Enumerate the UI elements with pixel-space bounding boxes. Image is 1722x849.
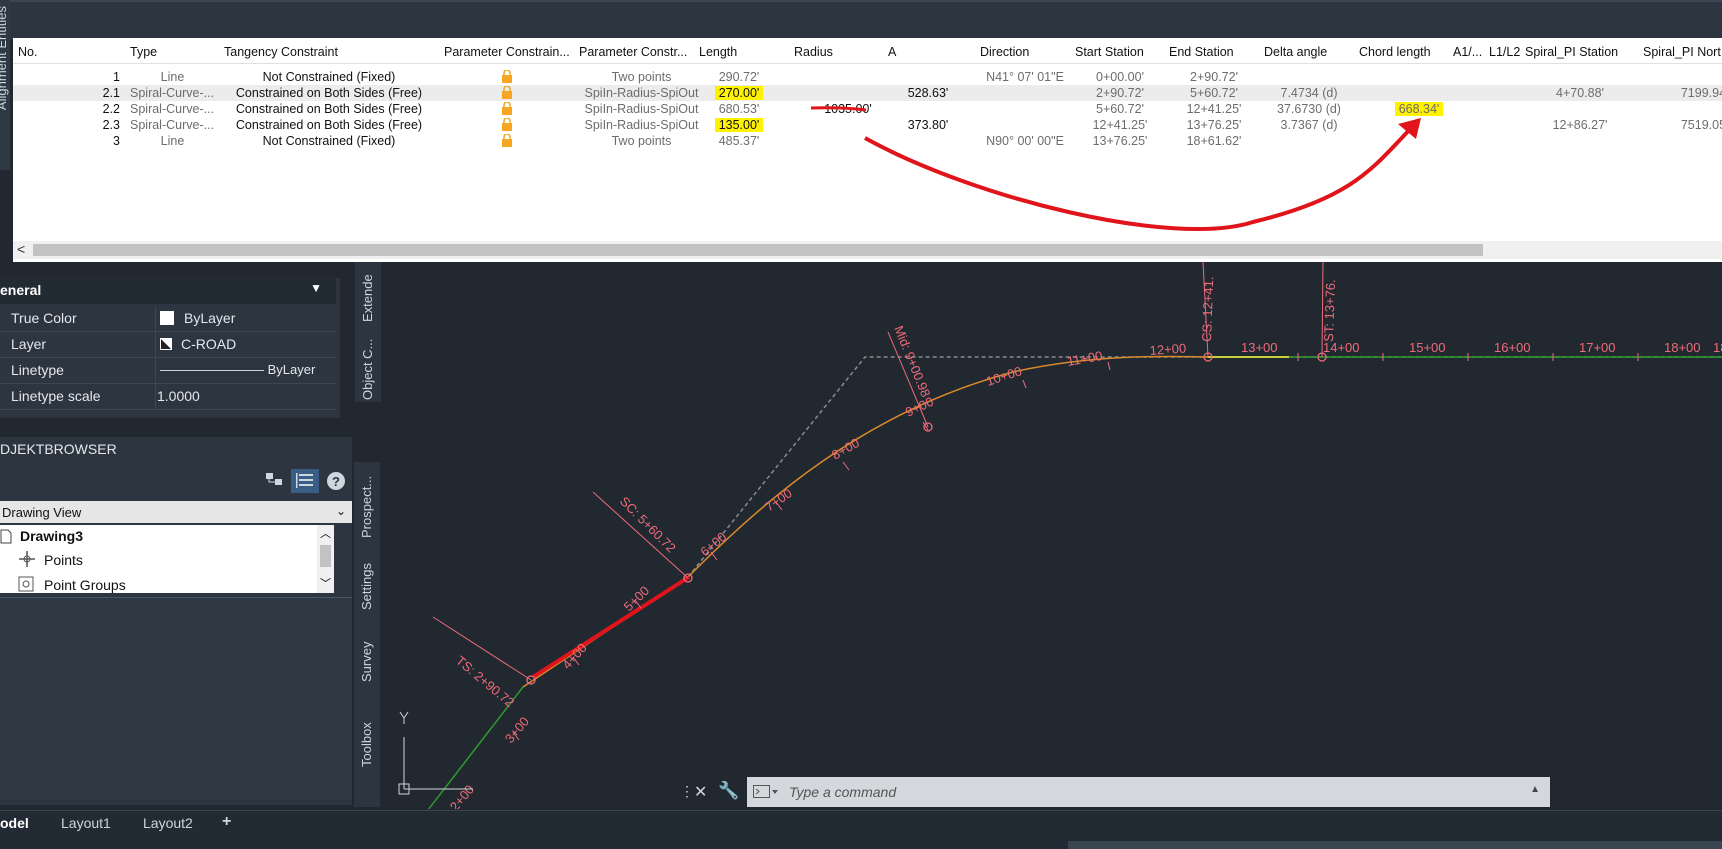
tab-layout1[interactable]: Layout1 xyxy=(61,815,111,831)
station-label: 13+00 xyxy=(1241,340,1278,355)
geometry-label-st: ST: 13+76. xyxy=(1321,279,1338,342)
property-value: C-ROAD xyxy=(181,336,237,352)
tab-object-class[interactable]: Object C... xyxy=(360,339,375,400)
point-groups-icon xyxy=(18,576,34,592)
station-label: 17+00 xyxy=(1579,340,1616,355)
help-icon[interactable]: ? xyxy=(326,471,346,491)
tangent-line xyxy=(687,356,1722,578)
tree-scrollbar[interactable]: ︿ ﹀ xyxy=(317,525,334,593)
alignment-grid: No. Type Tangency Constraint Parameter C… xyxy=(13,38,1722,262)
vertical-tabs-top: Extende Object C... xyxy=(355,262,381,402)
station-label: 15+00 xyxy=(1409,340,1446,355)
vertical-tabs-side: Prospect... Settings Survey Toolbox xyxy=(354,462,380,807)
add-layout-button[interactable]: + xyxy=(222,813,231,831)
command-placeholder: Type a command xyxy=(789,784,897,800)
title-bar xyxy=(0,0,1722,40)
svg-text:?: ? xyxy=(332,474,340,489)
station-label: 2+00 xyxy=(447,782,477,809)
station-label: 12+00 xyxy=(1149,340,1186,358)
tab-prospector[interactable]: Prospect... xyxy=(359,476,374,538)
object-browser-detail-area xyxy=(0,597,352,800)
property-value: ByLayer xyxy=(184,310,236,326)
layout-tab-bar: odel Layout1 Layout2 + xyxy=(0,810,1722,849)
properties-panel: eneral ▼ True Color ByLayer Layer C-ROAD… xyxy=(0,278,340,418)
tree-item-drawing3[interactable]: Drawing3 xyxy=(20,528,83,544)
tab-settings[interactable]: Settings xyxy=(359,563,374,610)
ucs-icon xyxy=(398,711,473,795)
properties-header[interactable]: eneral ▼ xyxy=(0,278,336,304)
command-prompt-icon[interactable] xyxy=(753,785,779,799)
station-label: 7+00 xyxy=(762,485,795,514)
property-label: Layer xyxy=(11,336,47,352)
station-label: 18 xyxy=(1713,340,1722,355)
property-row-linetype[interactable]: Linetype ———————— ByLayer xyxy=(0,358,336,384)
wrench-icon[interactable]: 🔧 xyxy=(718,781,739,801)
scroll-down-icon[interactable]: ﹀ xyxy=(320,575,331,591)
geometry-label-mid: Mid: 9+00.98 xyxy=(891,324,933,400)
station-label: 3+00 xyxy=(502,714,532,746)
dropdown-value: Drawing View xyxy=(2,505,82,520)
station-label: 10+00 xyxy=(984,363,1023,389)
red-highlight-stroke xyxy=(531,575,691,679)
object-browser-panel: DJEKTBROWSER ? Drawing View ⌄ Drawing3 P… xyxy=(0,437,352,805)
property-label: Linetype xyxy=(11,362,64,378)
tab-model[interactable]: odel xyxy=(0,815,29,831)
station-label: 18+00 xyxy=(1664,340,1701,355)
tree-view-icon[interactable] xyxy=(264,471,284,489)
object-tree: Drawing3 Points Point Groups ︿ ﹀ xyxy=(0,525,334,593)
horizontal-scrollbar[interactable]: < xyxy=(13,241,1722,259)
close-icon[interactable]: ✕ xyxy=(694,782,707,802)
tab-survey[interactable]: Survey xyxy=(359,642,374,682)
property-row-layer[interactable]: Layer C-ROAD xyxy=(0,332,336,358)
drawing-view-dropdown[interactable]: Drawing View ⌄ xyxy=(0,501,352,523)
tab-toolbox[interactable]: Toolbox xyxy=(359,722,374,767)
tab-layout2[interactable]: Layout2 xyxy=(143,815,193,831)
properties-header-label: eneral xyxy=(0,282,42,298)
command-line: ⋮ ✕ 🔧 Type a command ▲ xyxy=(672,777,1550,807)
station-label: 11+00 xyxy=(1066,348,1104,369)
scroll-up-icon[interactable]: ︿ xyxy=(320,525,331,541)
property-row-true-color[interactable]: True Color ByLayer xyxy=(0,306,336,332)
geometry-label-sc: SC: 5+60.72 xyxy=(617,494,679,556)
tree-item-points[interactable]: Points xyxy=(44,552,83,568)
drag-handle-icon[interactable]: ⋮ xyxy=(680,783,694,800)
drawing-canvas[interactable]: 2+00 3+00 4+00 5+00 6+00 7+00 8+00 9+00 … xyxy=(383,262,1722,809)
property-label: True Color xyxy=(11,310,77,326)
points-icon xyxy=(19,551,35,567)
command-input[interactable]: Type a command ▲ xyxy=(747,777,1550,807)
collapse-chevron-icon[interactable]: ▼ xyxy=(310,281,322,295)
chevron-down-icon[interactable]: ⌄ xyxy=(336,504,346,518)
scroll-thumb[interactable] xyxy=(33,244,1483,256)
geometry-label-cs: CS: 12+41. xyxy=(1199,276,1216,342)
color-swatch-icon xyxy=(160,311,174,325)
tree-item-point-groups[interactable]: Point Groups xyxy=(44,577,126,593)
layer-icon xyxy=(160,338,172,350)
geometry-label-ts: TS: 2+90.72 xyxy=(453,653,517,710)
alignment-entities-tab[interactable]: Alignment Entities xyxy=(0,0,10,170)
chevron-up-icon[interactable]: ▲ xyxy=(1530,784,1540,795)
red-annotation-arrow xyxy=(810,106,1421,232)
side-tab-label: Alignment Entities xyxy=(0,6,9,111)
list-view-icon[interactable] xyxy=(291,469,319,493)
object-browser-title: DJEKTBROWSER xyxy=(0,441,117,457)
tab-extended[interactable]: Extende xyxy=(360,274,375,322)
scroll-left-icon[interactable]: < xyxy=(17,241,25,257)
property-value: ———————— ByLayer xyxy=(160,362,316,377)
station-label: 16+00 xyxy=(1494,340,1531,355)
property-label: Linetype scale xyxy=(11,388,101,404)
document-icon xyxy=(0,529,12,544)
property-value: 1.0000 xyxy=(157,388,200,404)
property-row-linetype-scale[interactable]: Linetype scale 1.0000 xyxy=(0,384,336,410)
